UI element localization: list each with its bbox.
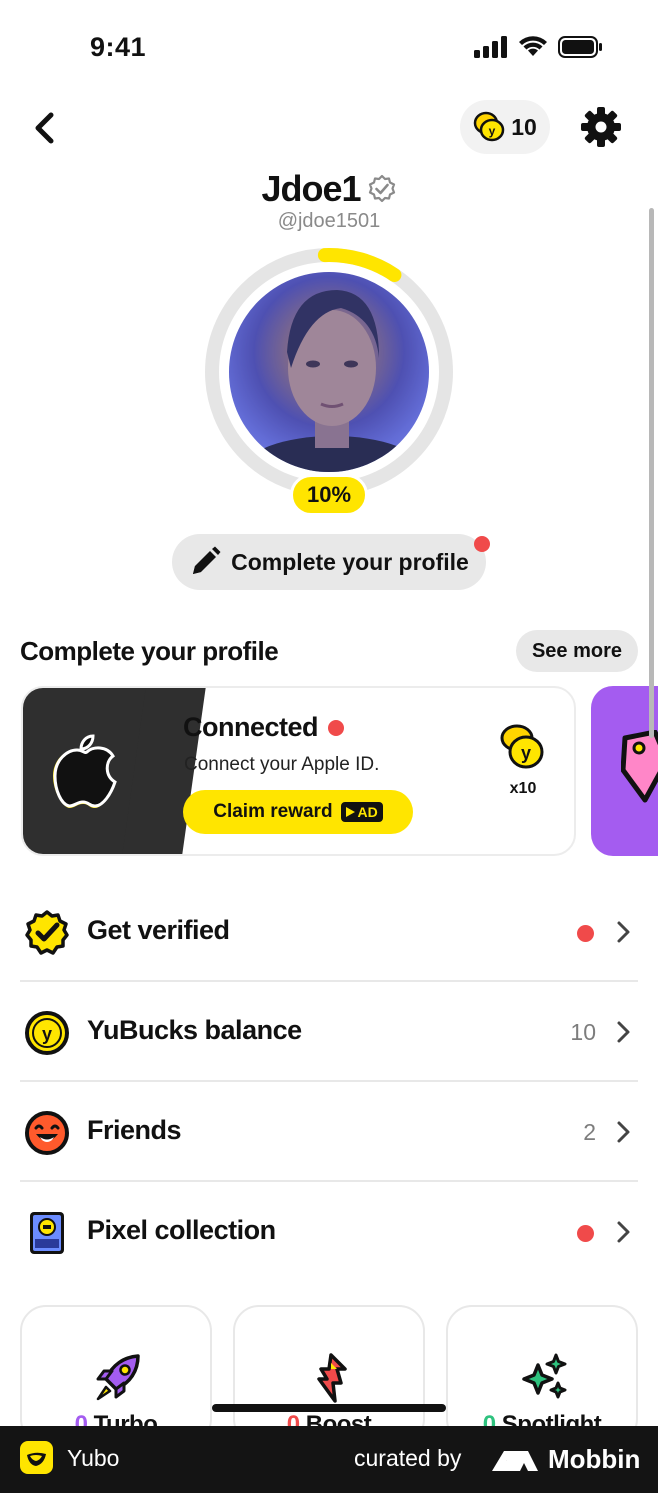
menu-item-label: Pixel collection bbox=[87, 1215, 276, 1245]
pencil-icon bbox=[193, 546, 221, 574]
settings-button[interactable] bbox=[578, 104, 624, 150]
mobbin-logo-icon bbox=[492, 1450, 538, 1471]
chevron-right-icon bbox=[617, 1121, 630, 1143]
claim-reward-button[interactable]: Claim reward AD bbox=[183, 790, 413, 834]
task-description: Connect your Apple ID. bbox=[184, 754, 380, 775]
username-handle: @jdoe1501 bbox=[277, 210, 381, 232]
status-time: 9:41 bbox=[90, 32, 147, 62]
menu-item-yubucks-balance[interactable]: y YuBucks balance 10 bbox=[20, 982, 638, 1082]
rocket-icon bbox=[96, 1354, 140, 1401]
menu-item-value: 10 bbox=[570, 1019, 596, 1045]
coin-count: 10 bbox=[511, 113, 537, 140]
menu-list: Get verified y YuBucks balance 10 Friend… bbox=[20, 882, 638, 1282]
coin-balance-pill[interactable]: y 10 bbox=[460, 100, 550, 154]
chevron-right-icon bbox=[617, 1221, 630, 1243]
home-indicator bbox=[212, 1404, 446, 1412]
avatar-progress-ring[interactable] bbox=[203, 246, 455, 498]
yubucks-coin-icon: y bbox=[473, 111, 505, 142]
footer-app-name: Yubo bbox=[67, 1445, 120, 1471]
footer-brand-name: Mobbin bbox=[548, 1444, 641, 1474]
notification-dot bbox=[474, 536, 490, 552]
svg-text:y: y bbox=[521, 743, 531, 763]
sparkles-icon bbox=[522, 1353, 567, 1399]
notification-dot bbox=[577, 1225, 594, 1242]
notification-dot bbox=[328, 719, 345, 736]
status-bar: 9:41 bbox=[0, 0, 658, 96]
footer-bar: Yubo curated by Mobbin bbox=[0, 1426, 658, 1493]
notification-dot bbox=[577, 925, 594, 942]
menu-item-label: Friends bbox=[87, 1115, 182, 1145]
gear-icon bbox=[581, 107, 621, 147]
display-name: Jdoe1 bbox=[261, 168, 361, 209]
menu-item-label: YuBucks balance bbox=[87, 1015, 302, 1045]
section-title: Complete your profile bbox=[20, 636, 279, 666]
scrollbar[interactable] bbox=[649, 208, 654, 738]
avatar bbox=[229, 272, 429, 472]
chevron-right-icon bbox=[617, 1021, 630, 1043]
boost-bolt-icon bbox=[317, 1353, 347, 1403]
svg-text:y: y bbox=[489, 124, 496, 138]
tag-icon bbox=[621, 730, 658, 803]
chevron-right-icon bbox=[617, 921, 630, 943]
display-name-row: Jdoe1 bbox=[0, 168, 658, 210]
battery-icon bbox=[558, 36, 602, 58]
see-more-button[interactable]: See more bbox=[516, 630, 638, 672]
reward-multiplier: x10 bbox=[509, 780, 537, 797]
top-nav: y 10 bbox=[0, 96, 658, 160]
menu-item-pixel-collection[interactable]: Pixel collection bbox=[20, 1182, 638, 1282]
verified-check-icon bbox=[368, 174, 395, 203]
complete-profile-section-header: Complete your profile See more bbox=[20, 630, 638, 674]
task-title: Connected bbox=[183, 712, 319, 742]
yubucks-coin-icon: y bbox=[25, 1011, 69, 1055]
verified-badge-icon bbox=[25, 910, 69, 955]
ad-label: AD bbox=[357, 804, 378, 820]
claim-reward-label: Claim reward bbox=[213, 801, 333, 822]
complete-profile-button[interactable]: Complete your profile bbox=[172, 534, 490, 590]
footer-curated-by: curated by bbox=[354, 1445, 462, 1471]
yubucks-coin-icon: y bbox=[500, 724, 544, 769]
ad-tag: AD bbox=[340, 802, 383, 822]
complete-profile-label: Complete your profile bbox=[231, 548, 469, 575]
wifi-icon bbox=[519, 36, 547, 56]
pixel-collection-icon bbox=[30, 1212, 64, 1254]
chevron-left-icon bbox=[35, 112, 54, 144]
signal-icon bbox=[474, 36, 507, 58]
yubo-app-icon bbox=[20, 1441, 53, 1474]
next-task-card[interactable] bbox=[591, 686, 658, 856]
play-icon bbox=[345, 807, 355, 817]
boost-card[interactable]: 0 Boost bbox=[233, 1305, 425, 1445]
menu-item-value: 2 bbox=[583, 1119, 596, 1145]
mobbin-brand: Mobbin bbox=[490, 1444, 640, 1475]
friends-face-icon bbox=[25, 1111, 69, 1155]
svg-text:y: y bbox=[42, 1024, 52, 1044]
turbo-card[interactable]: 0 Turbo bbox=[20, 1305, 212, 1445]
menu-item-label: Get verified bbox=[87, 915, 230, 945]
boost-grid: 0 Turbo 0 Boost 0 Spotlight bbox=[20, 1305, 638, 1445]
back-button[interactable] bbox=[26, 108, 62, 148]
status-icons bbox=[474, 36, 604, 58]
task-title-row: Connected bbox=[183, 712, 345, 743]
apple-logo-icon bbox=[53, 734, 117, 808]
menu-item-get-verified[interactable]: Get verified bbox=[20, 882, 638, 982]
completion-badge: 10% bbox=[290, 474, 368, 516]
spotlight-card[interactable]: 0 Spotlight bbox=[446, 1305, 638, 1445]
menu-item-friends[interactable]: Friends 2 bbox=[20, 1082, 638, 1182]
connect-apple-id-card[interactable]: Connected Connect your Apple ID. Claim r… bbox=[21, 686, 576, 856]
